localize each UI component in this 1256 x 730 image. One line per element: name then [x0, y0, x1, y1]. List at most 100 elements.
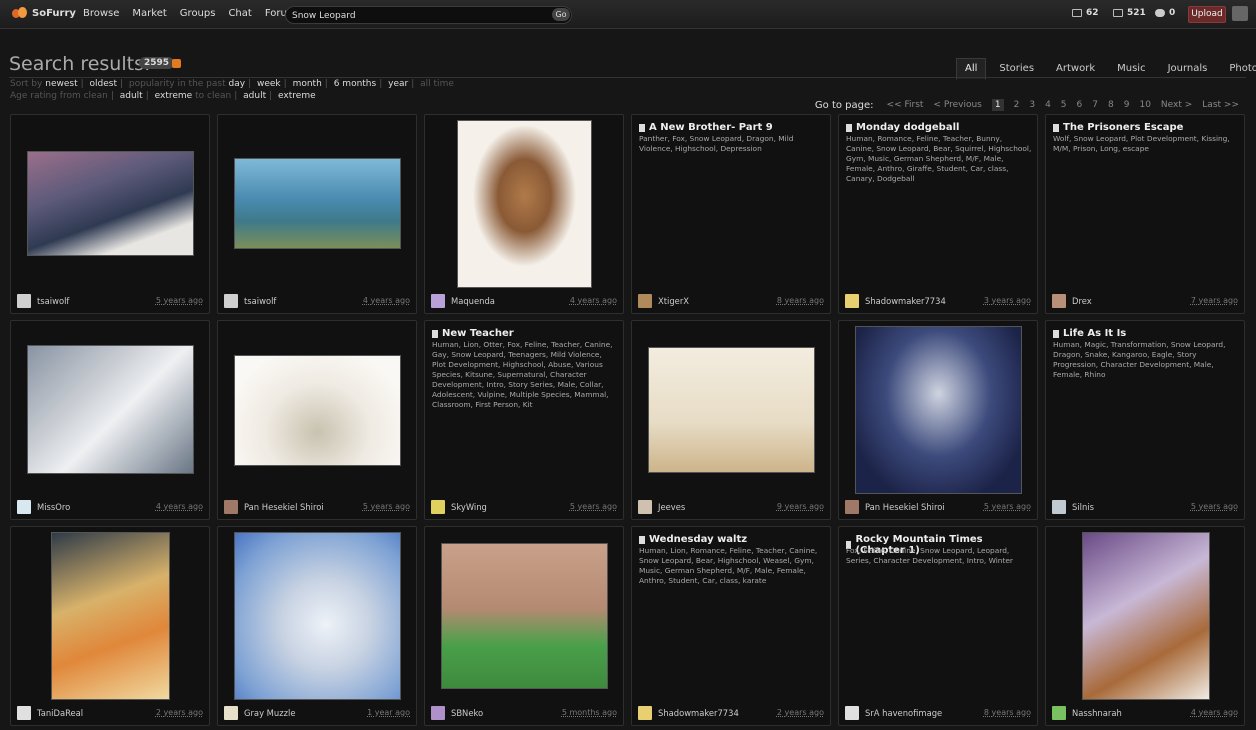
username-link[interactable]: SrA havenofimage [865, 708, 942, 718]
story-card[interactable]: Monday dodgeball Human, Romance, Feline, … [838, 114, 1038, 314]
artwork-thumbnail[interactable] [51, 532, 170, 700]
artwork-card[interactable]: TaniDaReal 2 years ago [10, 526, 210, 726]
sort-6-months[interactable]: 6 months [334, 79, 377, 89]
username-link[interactable]: Silnis [1072, 502, 1094, 512]
page-9[interactable]: 9 [1124, 100, 1130, 110]
upload-button[interactable]: Upload [1188, 6, 1226, 23]
story-card[interactable]: A New Brother- Part 9 Panther, Fox, Snow … [631, 114, 831, 314]
username-link[interactable]: SBNeko [451, 708, 483, 718]
avatar[interactable] [431, 294, 445, 308]
avatar[interactable] [17, 706, 31, 720]
artwork-thumbnail[interactable] [441, 543, 608, 689]
rating-to-adult[interactable]: adult [243, 91, 266, 101]
sort-all-time[interactable]: all time [420, 79, 454, 89]
page-6[interactable]: 6 [1077, 100, 1083, 110]
artwork-thumbnail[interactable] [457, 120, 592, 288]
story-title-link[interactable]: The Prisoners Escape [1053, 122, 1239, 133]
username-link[interactable]: Pan Hesekiel Shiroi [865, 502, 945, 512]
artwork-thumbnail[interactable] [234, 532, 401, 700]
username-link[interactable]: XtigerX [658, 296, 689, 306]
story-title-link[interactable]: A New Brother- Part 9 [639, 122, 825, 133]
artwork-card[interactable]: MissOro 4 years ago [10, 320, 210, 520]
artwork-thumbnail[interactable] [27, 151, 194, 256]
artwork-card[interactable]: Pan Hesekiel Shiroi 5 years ago [217, 320, 417, 520]
story-title-link[interactable]: Life As It Is [1053, 328, 1239, 339]
username-link[interactable]: tsaiwolf [37, 296, 69, 306]
artwork-card[interactable]: tsaiwolf 4 years ago [217, 114, 417, 314]
nav-groups[interactable]: Groups [180, 8, 216, 19]
nav-chat[interactable]: Chat [228, 8, 251, 19]
page-10[interactable]: 10 [1139, 100, 1150, 110]
nav-market[interactable]: Market [132, 8, 166, 19]
avatar[interactable] [638, 500, 652, 514]
story-card[interactable]: Life As It Is Human, Magic, Transformatio… [1045, 320, 1245, 520]
nav-browse[interactable]: Browse [83, 8, 119, 19]
artwork-card[interactable]: tsaiwolf 5 years ago [10, 114, 210, 314]
pager-first[interactable]: << First [887, 100, 924, 110]
story-title-link[interactable]: Wednesday waltz [639, 534, 825, 545]
artwork-thumbnail[interactable] [1082, 532, 1210, 700]
sort-newest[interactable]: newest [45, 79, 77, 89]
submissions-counter[interactable]: 62 [1072, 8, 1099, 18]
artwork-card[interactable]: Jeeves 9 years ago [631, 320, 831, 520]
avatar[interactable] [1052, 706, 1066, 720]
username-link[interactable]: Pan Hesekiel Shiroi [244, 502, 324, 512]
sort-week[interactable]: week [257, 79, 281, 89]
artwork-thumbnail[interactable] [855, 326, 1022, 494]
username-link[interactable]: Shadowmaker7734 [658, 708, 739, 718]
artwork-card[interactable]: Pan Hesekiel Shiroi 5 years ago [838, 320, 1038, 520]
artwork-thumbnail[interactable] [234, 355, 401, 466]
avatar[interactable] [845, 706, 859, 720]
rating-to-clean[interactable]: clean [207, 91, 231, 101]
rating-from-extreme[interactable]: extreme [155, 91, 193, 101]
avatar[interactable] [17, 294, 31, 308]
username-link[interactable]: Shadowmaker7734 [865, 296, 946, 306]
avatar[interactable] [224, 294, 238, 308]
artwork-card[interactable]: Gray Muzzle 1 year ago [217, 526, 417, 726]
story-card[interactable]: New Teacher Human, Lion, Otter, Fox, Feli… [424, 320, 624, 520]
username-link[interactable]: Maquenda [451, 296, 495, 306]
rss-icon[interactable] [172, 59, 181, 68]
pager-next[interactable]: Next > [1161, 100, 1192, 110]
avatar[interactable] [638, 706, 652, 720]
artwork-thumbnail[interactable] [234, 158, 401, 249]
username-link[interactable]: Jeeves [658, 502, 685, 512]
page-4[interactable]: 4 [1045, 100, 1051, 110]
avatar[interactable] [1052, 500, 1066, 514]
search-input[interactable] [290, 8, 544, 23]
page-1[interactable]: 1 [991, 99, 1004, 111]
story-card[interactable]: The Prisoners Escape Wolf, Snow Leopard, … [1045, 114, 1245, 314]
sort-month[interactable]: month [293, 79, 322, 89]
username-link[interactable]: Nasshnarah [1072, 708, 1122, 718]
rating-from-clean[interactable]: clean [84, 91, 108, 101]
username-link[interactable]: TaniDaReal [37, 708, 83, 718]
username-link[interactable]: Gray Muzzle [244, 708, 296, 718]
messages-counter[interactable]: 521 [1113, 8, 1146, 18]
artwork-card[interactable]: Nasshnarah 4 years ago [1045, 526, 1245, 726]
page-5[interactable]: 5 [1061, 100, 1067, 110]
avatar[interactable] [431, 706, 445, 720]
username-link[interactable]: MissOro [37, 502, 70, 512]
pager-last[interactable]: Last >> [1202, 100, 1239, 110]
artwork-thumbnail[interactable] [27, 345, 194, 474]
user-menu-avatar[interactable] [1232, 6, 1248, 21]
sort-oldest[interactable]: oldest [90, 79, 117, 89]
story-title-link[interactable]: Monday dodgeball [846, 122, 1032, 133]
story-title-link[interactable]: New Teacher [432, 328, 618, 339]
avatar[interactable] [845, 294, 859, 308]
artwork-card[interactable]: Maquenda 4 years ago [424, 114, 624, 314]
sort-day[interactable]: day [229, 79, 246, 89]
comments-counter[interactable]: 0 [1155, 8, 1175, 18]
sort-year[interactable]: year [388, 79, 408, 89]
avatar[interactable] [224, 706, 238, 720]
page-2[interactable]: 2 [1014, 100, 1020, 110]
story-card[interactable]: Wednesday waltz Human, Lion, Romance, Fel… [631, 526, 831, 726]
search-go-button[interactable]: Go [552, 8, 570, 21]
username-link[interactable]: tsaiwolf [244, 296, 276, 306]
username-link[interactable]: SkyWing [451, 502, 487, 512]
story-card[interactable]: Rocky Mountain Times (Chapter 1) Fox, Fel… [838, 526, 1038, 726]
site-logo[interactable]: SoFurry [12, 6, 76, 20]
artwork-thumbnail[interactable] [648, 347, 815, 473]
page-8[interactable]: 8 [1108, 100, 1114, 110]
page-3[interactable]: 3 [1029, 100, 1035, 110]
